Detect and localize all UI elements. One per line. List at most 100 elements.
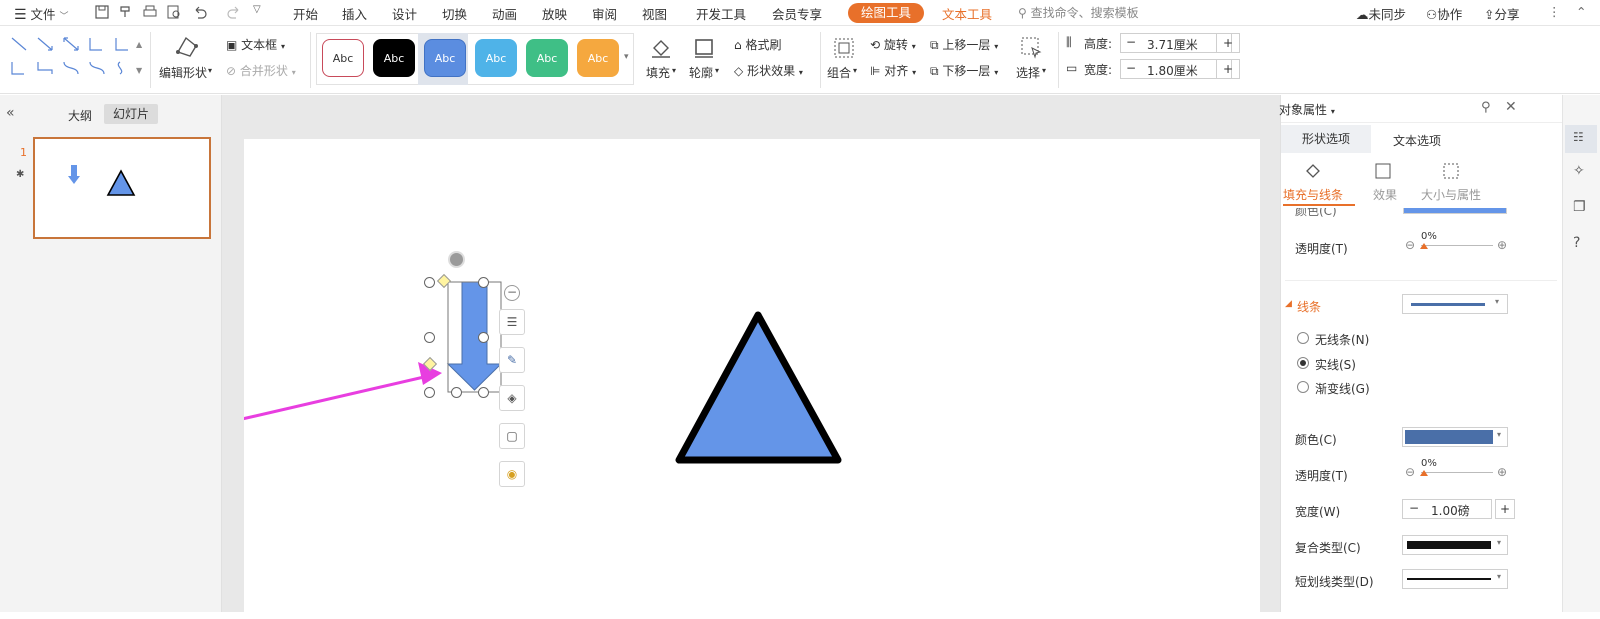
dash-type-select[interactable]: ▾ (1402, 569, 1508, 589)
solid-line-radio[interactable] (1297, 357, 1309, 369)
collapse-icon[interactable]: ⌃ (1576, 4, 1586, 19)
float-layers-button[interactable]: ☰ (499, 309, 525, 335)
height-value[interactable]: 3.71厘米 (1147, 36, 1198, 53)
line-width-stepper[interactable]: − 1.00磅 (1402, 499, 1492, 519)
tab-text-options[interactable]: 文本选项 (1393, 132, 1441, 149)
group-dropdown-icon[interactable]: ▾ (853, 66, 857, 75)
outline-icon[interactable] (692, 36, 716, 60)
rotate-handle[interactable] (448, 251, 465, 268)
line-transparency-increase[interactable]: ⊕ (1497, 465, 1507, 479)
no-line-label[interactable]: 无线条(N) (1315, 331, 1369, 348)
style-black[interactable]: Abc (373, 39, 415, 77)
float-ai-button[interactable]: ◉ (499, 461, 525, 487)
more-icon[interactable]: ⋮ (1548, 4, 1561, 19)
tab-animation[interactable]: 动画 (492, 4, 517, 23)
width-value[interactable]: 1.80厘米 (1147, 62, 1198, 79)
properties-strip-button[interactable]: ☷ (1565, 125, 1597, 153)
pin-icon[interactable]: ⚲ (1481, 100, 1491, 115)
size-property-icon[interactable] (1441, 161, 1461, 181)
subtab-effect[interactable]: 效果 (1373, 186, 1397, 203)
effect-icon[interactable] (1373, 161, 1393, 181)
compound-type-select[interactable]: ▾ (1402, 535, 1508, 555)
resize-handle-mr[interactable] (478, 332, 489, 343)
line-width-increase-button[interactable]: + (1495, 499, 1515, 519)
tab-text-tools[interactable]: 文本工具 (942, 4, 992, 23)
tab-transition[interactable]: 切换 (442, 4, 467, 23)
animation-icon[interactable]: ✧ (1573, 163, 1585, 179)
tab-design[interactable]: 设计 (392, 4, 417, 23)
gallery-more-icon[interactable]: ▼ (136, 66, 142, 75)
share-button[interactable]: ⇪分享 (1484, 4, 1520, 23)
tab-slides[interactable]: 幻灯片 (104, 104, 158, 124)
resize-handle-tl[interactable] (424, 277, 435, 288)
bring-forward-button[interactable]: ⧉ 上移一层 ▾ (930, 36, 998, 53)
slide-canvas[interactable]: − ☰ ✎ ◈ ▢ ◉ (244, 139, 1260, 619)
down-arrow-shape[interactable] (446, 281, 503, 391)
select-icon[interactable] (1020, 36, 1044, 60)
search-box[interactable]: ⚲ 查找命令、搜索模板 (1018, 4, 1168, 22)
line-width-decrease-button[interactable]: − (1409, 501, 1419, 515)
edit-shape-icon[interactable] (174, 34, 200, 60)
style-green[interactable]: Abc (526, 39, 568, 77)
float-outline-button[interactable]: ▢ (499, 423, 525, 449)
resize-handle-bm[interactable] (451, 387, 462, 398)
group-label[interactable]: 组合 (827, 64, 851, 81)
tab-drawing-tools[interactable]: 绘图工具 (848, 3, 924, 23)
slide-thumbnail-1[interactable] (33, 137, 211, 239)
line-transparency-thumb[interactable] (1420, 470, 1428, 476)
tab-insert[interactable]: 插入 (342, 4, 367, 23)
collaborate-button[interactable]: ⚇协作 (1426, 4, 1462, 23)
collapse-panel-icon[interactable]: « (6, 105, 15, 121)
save-icon[interactable] (94, 4, 110, 20)
undo-icon[interactable] (192, 4, 208, 20)
resize-handle-ml[interactable] (424, 332, 435, 343)
fill-dropdown-icon[interactable]: ▾ (672, 66, 676, 75)
format-painter-icon[interactable] (118, 4, 134, 20)
styles-more-icon[interactable]: ▾ (624, 52, 629, 62)
select-dropdown-icon[interactable]: ▾ (1042, 66, 1046, 75)
select-label[interactable]: 选择 (1016, 64, 1040, 81)
tab-slideshow[interactable]: 放映 (542, 4, 567, 23)
help-icon[interactable]: ? (1573, 235, 1580, 251)
print-preview-icon[interactable] (166, 4, 182, 20)
fill-label[interactable]: 填充 (646, 64, 670, 81)
float-collapse-button[interactable]: − (504, 285, 520, 301)
solid-line-label[interactable]: 实线(S) (1315, 356, 1356, 373)
text-box-button[interactable]: ▣ 文本框 ▾ (226, 36, 285, 53)
rotate-button[interactable]: ⟲ 旋转 ▾ (870, 36, 916, 53)
triangle-shape[interactable] (675, 311, 842, 464)
style-light-blue[interactable]: Abc (475, 39, 517, 77)
line-color-picker[interactable]: ▾ (1402, 427, 1508, 447)
height-increase-button[interactable]: + (1216, 33, 1240, 53)
file-menu[interactable]: ☰ 文件 ﹀ (14, 4, 69, 23)
style-outline-red[interactable]: Abc (322, 39, 364, 77)
width-decrease-button[interactable]: − (1126, 61, 1136, 75)
tab-member[interactable]: 会员专享 (772, 4, 822, 23)
style-orange[interactable]: Abc (577, 39, 619, 77)
style-blue[interactable]: Abc (424, 39, 466, 77)
fill-transparency-decrease[interactable]: ⊖ (1405, 238, 1415, 252)
float-style-button[interactable]: ✎ (499, 347, 525, 373)
line-transparency-decrease[interactable]: ⊖ (1405, 465, 1415, 479)
shape-effect-button[interactable]: ◇ 形状效果 ▾ (734, 62, 803, 79)
fill-transparency-increase[interactable]: ⊕ (1497, 238, 1507, 252)
edit-shape-label[interactable]: 编辑形状 (159, 64, 207, 81)
tab-shape-options[interactable]: 形状选项 (1281, 125, 1371, 153)
gallery-scroll-up-icon[interactable]: ▲ (136, 40, 142, 49)
height-decrease-button[interactable]: − (1126, 35, 1136, 49)
float-fill-button[interactable]: ◈ (499, 385, 525, 411)
outline-label[interactable]: 轮廓 (689, 64, 713, 81)
line-transparency-slider[interactable] (1421, 472, 1493, 473)
redo-icon[interactable] (226, 4, 242, 20)
tab-developer[interactable]: 开发工具 (696, 4, 746, 23)
panel-title[interactable]: 对象属性 ▾ (1279, 101, 1335, 118)
no-line-radio[interactable] (1297, 332, 1309, 344)
fill-color-picker[interactable] (1403, 208, 1507, 214)
align-button[interactable]: ⊫ 对齐 ▾ (870, 62, 916, 79)
sync-button[interactable]: ☁未同步 (1356, 4, 1406, 23)
tab-home[interactable]: 开始 (293, 4, 318, 23)
fill-transparency-thumb[interactable] (1420, 243, 1428, 249)
quick-access-dropdown-icon[interactable]: ▽ (253, 4, 261, 15)
close-icon[interactable]: ✕ (1505, 99, 1517, 115)
resize-handle-bl[interactable] (424, 387, 435, 398)
